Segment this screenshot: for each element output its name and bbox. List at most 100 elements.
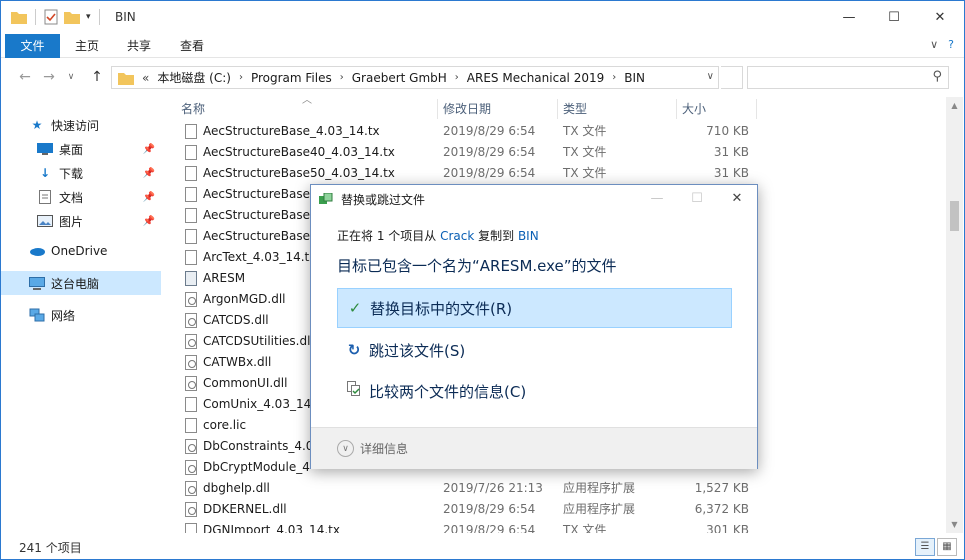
file-name: AecStructureBase40_4.03_14.tx (203, 145, 395, 159)
file-icon (185, 187, 197, 202)
nav-this-pc[interactable]: 这台电脑 (1, 271, 161, 295)
up-button[interactable]: ↑ (87, 67, 107, 87)
file-name: AecStructureBase8 (203, 229, 318, 243)
dll-file-icon (185, 313, 197, 328)
file-type: 应用程序扩展 (563, 481, 636, 495)
more-details-link[interactable]: 详细信息 (360, 440, 408, 457)
file-date: 2019/8/29 6:54 (443, 145, 536, 159)
new-folder-icon[interactable] (64, 10, 80, 24)
tab-view[interactable]: 查看 (168, 34, 216, 58)
compare-files-option[interactable]: 比较两个文件的信息(C) (337, 371, 732, 411)
window-title: BIN (115, 10, 136, 24)
file-date: 2019/8/29 6:54 (443, 502, 536, 516)
conflict-message: 目标已包含一个名为“ARESM.exe”的文件 (337, 257, 617, 275)
close-button[interactable]: ✕ (917, 1, 963, 34)
file-icon (185, 124, 197, 139)
properties-icon[interactable] (44, 9, 58, 25)
pin-icon[interactable]: 📌 (143, 168, 155, 179)
chevron-right-icon[interactable]: › (612, 72, 616, 83)
expand-ribbon-icon[interactable]: ∨ (930, 38, 938, 51)
computer-icon (29, 276, 45, 290)
star-icon: ★ (31, 118, 43, 132)
file-date: 2019/8/29 6:54 (443, 166, 536, 180)
nav-quick-access[interactable]: ★ 快速访问 (1, 113, 161, 137)
scroll-up-icon[interactable]: ▲ (946, 97, 963, 114)
dll-file-icon (185, 376, 197, 391)
customize-toolbar-icon[interactable]: ▾ (86, 12, 91, 22)
column-header-type[interactable]: 类型 (563, 97, 587, 121)
nav-label: 下载 (59, 166, 84, 181)
chevron-right-icon[interactable]: › (340, 72, 344, 83)
tab-share[interactable]: 共享 (115, 34, 163, 58)
address-bar[interactable]: « 本地磁盘 (C:) › Program Files › Graebert G… (111, 66, 719, 89)
quick-access-toolbar: ▾ (11, 9, 102, 25)
nav-downloads[interactable]: ↓ 下载 📌 (1, 161, 161, 185)
file-name: ArcText_4.03_14.tx (203, 250, 317, 264)
pin-icon[interactable]: 📌 (143, 192, 155, 203)
dialog-minimize-button: — (650, 191, 664, 206)
breadcrumb-ares[interactable]: ARES Mechanical 2019 (467, 71, 604, 85)
nav-documents[interactable]: 文档 📌 (1, 185, 161, 209)
file-name: ArgonMGD.dll (203, 292, 286, 306)
skip-file-option[interactable]: ↻ 跳过该文件(S) (337, 330, 732, 370)
file-row[interactable]: AecStructureBase50_4.03_14.tx 2019/8/29 6… (171, 163, 946, 184)
navigation-pane: ★ 快速访问 桌面 📌 ↓ 下载 📌 文档 📌 图片 📌 OneDrive 这台… (1, 97, 161, 533)
nav-onedrive[interactable]: OneDrive (1, 239, 161, 263)
scrollbar-thumb[interactable] (950, 201, 959, 231)
expand-details-icon[interactable]: ∨ (337, 440, 354, 457)
nav-network[interactable]: 网络 (1, 303, 161, 327)
large-icons-view-button[interactable]: ▦ (937, 538, 957, 556)
tab-home[interactable]: 主页 (63, 34, 111, 58)
breadcrumb-overflow[interactable]: « (142, 71, 149, 85)
file-icon (185, 397, 197, 412)
vertical-scrollbar[interactable]: ▲ ▼ (946, 97, 963, 533)
file-row[interactable]: DDKERNEL.dll 2019/8/29 6:54 应用程序扩展 6,372 KB (171, 499, 946, 520)
copy-text-prefix: 正在将 1 个项目从 (337, 229, 441, 243)
search-input[interactable]: ⚲ (747, 66, 949, 89)
refresh-button[interactable] (721, 66, 743, 89)
pin-icon[interactable]: 📌 (143, 144, 155, 155)
dialog-close-button[interactable]: ✕ (717, 185, 757, 213)
chevron-down-icon[interactable]: ∨ (707, 71, 714, 82)
chevron-right-icon[interactable]: › (455, 72, 459, 83)
nav-pictures[interactable]: 图片 📌 (1, 209, 161, 233)
minimize-button[interactable]: — (826, 1, 872, 34)
breadcrumb-program-files[interactable]: Program Files (251, 71, 332, 85)
back-button[interactable]: ← (15, 67, 35, 87)
folder-icon (11, 12, 27, 24)
file-type: 应用程序扩展 (563, 502, 636, 516)
breadcrumb-bin[interactable]: BIN (624, 71, 645, 85)
option-label: 跳过该文件(S) (369, 341, 466, 360)
details-view-button[interactable]: ☰ (915, 538, 935, 556)
maximize-button[interactable]: ☐ (871, 1, 917, 34)
help-icon[interactable]: ? (948, 38, 954, 51)
dll-file-icon (185, 355, 197, 370)
breadcrumb-drive[interactable]: 本地磁盘 (C:) (157, 69, 231, 86)
file-name: CATCDSUtilities.dll (203, 334, 314, 348)
nav-label: 快速访问 (51, 118, 100, 133)
scroll-down-icon[interactable]: ▼ (946, 516, 963, 533)
source-folder-link[interactable]: Crack (440, 229, 474, 243)
dll-file-icon (185, 502, 197, 517)
nav-desktop[interactable]: 桌面 📌 (1, 137, 161, 161)
chevron-right-icon[interactable]: › (239, 72, 243, 83)
nav-label: 网络 (51, 308, 76, 323)
tab-file[interactable]: 文件 (5, 34, 60, 58)
file-name: AecStructureBase50_4.03_14.tx (203, 166, 395, 180)
replace-file-option[interactable]: ✓ 替换目标中的文件(R) (337, 288, 732, 328)
copy-icon (319, 192, 333, 205)
file-row[interactable]: AecStructureBase40_4.03_14.tx 2019/8/29 6… (171, 142, 946, 163)
column-header-size[interactable]: 大小 (682, 97, 706, 121)
file-row[interactable]: DGNImport_4.03_14.tx 2019/8/29 6:54 TX 文件 3… (171, 520, 946, 533)
column-header-date[interactable]: 修改日期 (443, 97, 491, 121)
destination-folder-link[interactable]: BIN (518, 229, 539, 243)
forward-button[interactable]: → (39, 67, 59, 87)
column-header-name[interactable]: 名称 (181, 97, 205, 121)
recent-locations-button[interactable]: ∨ (61, 67, 81, 87)
file-icon (185, 166, 197, 181)
breadcrumb-graebert[interactable]: Graebert GmbH (352, 71, 447, 85)
file-row[interactable]: AecStructureBase_4.03_14.tx 2019/8/29 6:5… (171, 121, 946, 142)
nav-label: OneDrive (51, 244, 108, 258)
pin-icon[interactable]: 📌 (143, 216, 155, 227)
file-row[interactable]: dbghelp.dll 2019/7/26 21:13 应用程序扩展 1,527 KB (171, 478, 946, 499)
